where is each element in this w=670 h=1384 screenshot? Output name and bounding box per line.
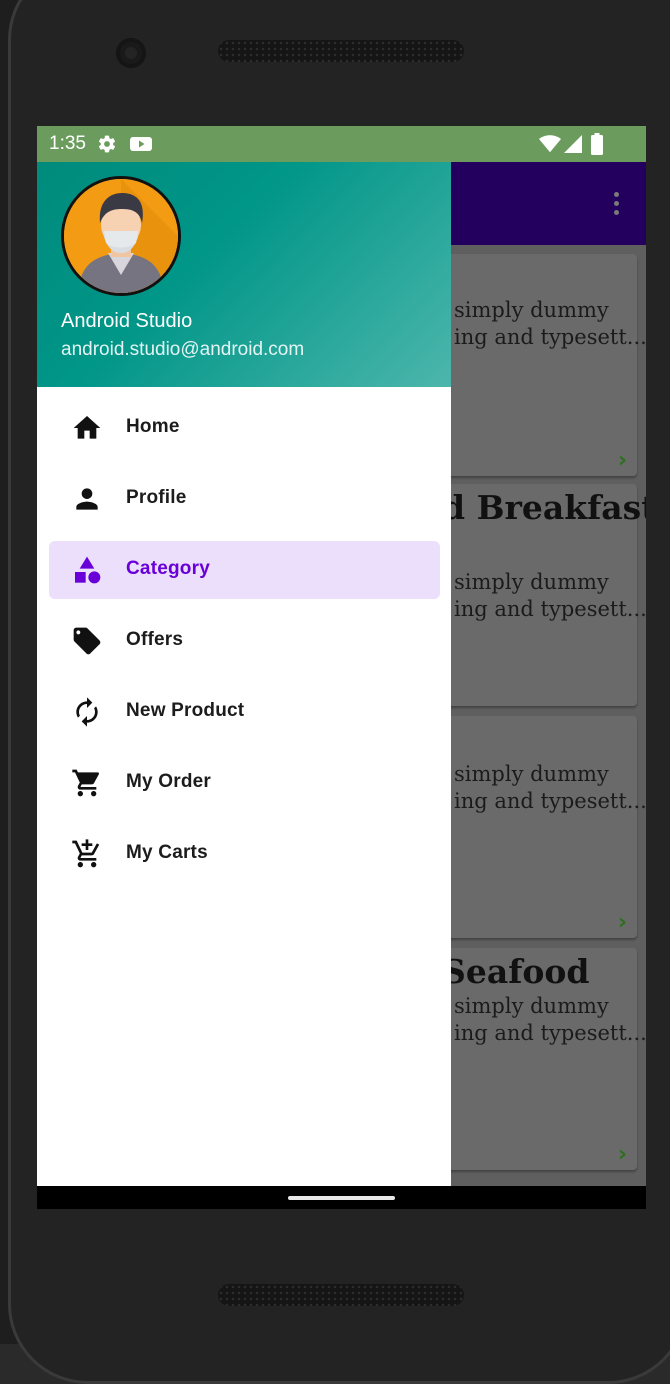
screen: 1:35 simply dummy ing and typesett... › … — [37, 126, 646, 1209]
phone-frame: 1:35 simply dummy ing and typesett... › … — [0, 0, 670, 1384]
menu-item-label: Home — [126, 416, 180, 437]
signal-icon — [563, 134, 583, 158]
card-line: ing and typesett... — [454, 597, 646, 621]
home-icon — [71, 412, 103, 444]
menu-item-label: Offers — [126, 629, 184, 650]
card-line: simply dummy — [454, 762, 609, 786]
menu-item-offers[interactable]: Offers — [49, 612, 440, 670]
add-cart-icon — [71, 838, 103, 870]
card-line: simply dummy — [454, 298, 609, 322]
avatar[interactable] — [61, 176, 181, 296]
status-bar: 1:35 — [37, 126, 646, 162]
navigation-drawer: Android Studio android.studio@android.co… — [37, 162, 451, 1186]
menu-item-my-carts[interactable]: My Carts — [49, 825, 440, 883]
card-line: ing and typesett... — [454, 1021, 646, 1045]
cart-icon — [71, 767, 103, 799]
play-icon — [129, 134, 153, 158]
battery-icon — [591, 133, 603, 159]
refresh-icon — [71, 696, 103, 728]
drawer-header: Android Studio android.studio@android.co… — [37, 162, 451, 387]
menu-item-my-order[interactable]: My Order — [49, 754, 440, 812]
menu-item-label: New Product — [126, 700, 245, 721]
card-line: ing and typesett... — [454, 789, 646, 813]
card-line: simply dummy — [454, 570, 609, 594]
gear-icon — [97, 134, 117, 158]
menu-item-profile[interactable]: Profile — [49, 470, 440, 528]
category-icon — [71, 554, 103, 586]
menu-item-label: Category — [126, 558, 210, 579]
menu-item-home[interactable]: Home — [49, 399, 440, 457]
bottom-speaker — [218, 1284, 464, 1306]
menu-item-label: Profile — [126, 487, 187, 508]
wifi-icon — [539, 134, 561, 158]
user-email: android.studio@android.com — [61, 339, 305, 360]
system-nav-bar — [37, 1186, 646, 1209]
home-gesture-handle[interactable] — [288, 1196, 395, 1200]
front-camera — [116, 38, 146, 68]
chevron-right-icon: › — [617, 910, 627, 935]
top-speaker — [218, 40, 464, 62]
tag-icon — [71, 625, 103, 657]
overflow-menu-icon — [614, 192, 620, 219]
menu-item-label: My Carts — [126, 842, 208, 863]
user-avatar-icon — [64, 179, 178, 293]
card-line: ing and typesett... — [454, 325, 646, 349]
card-line: simply dummy — [454, 994, 609, 1018]
card-title: d Breakfast — [442, 488, 646, 527]
menu-item-category[interactable]: Category — [49, 541, 440, 599]
card-title: Seafood — [442, 952, 590, 991]
chevron-right-icon: › — [617, 448, 627, 473]
menu-item-label: My Order — [126, 771, 212, 792]
user-name: Android Studio — [61, 310, 193, 332]
status-time: 1:35 — [49, 133, 86, 154]
chevron-right-icon: › — [617, 1142, 627, 1167]
menu-item-new-product[interactable]: New Product — [49, 683, 440, 741]
person-icon — [71, 483, 103, 515]
